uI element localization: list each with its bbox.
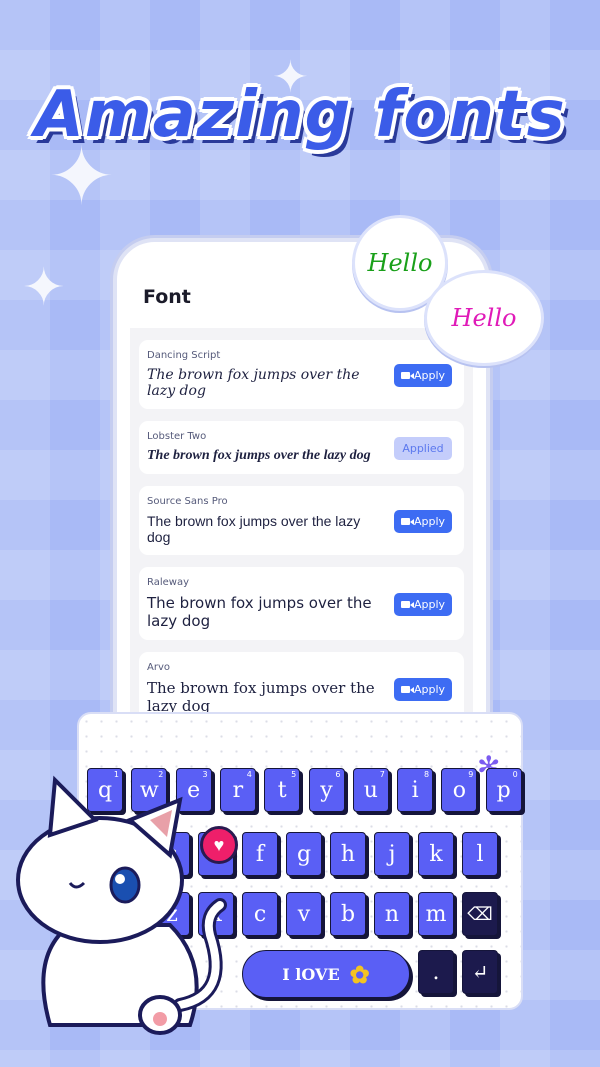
key[interactable]: f: [242, 832, 278, 876]
key[interactable]: v: [286, 892, 322, 936]
button-label: Apply: [413, 514, 446, 528]
key-label: c: [253, 901, 267, 927]
key-label: r: [232, 777, 244, 803]
video-icon: [400, 685, 414, 693]
key[interactable]: l: [462, 832, 498, 876]
key-label: n: [384, 901, 400, 927]
key[interactable]: g: [286, 832, 322, 876]
key-label: u: [363, 777, 378, 803]
key[interactable]: i8: [397, 768, 434, 812]
cat-illustration: [16, 775, 227, 1035]
key-label: i: [411, 777, 419, 803]
button-label: Apply: [413, 682, 446, 696]
backspace-icon: ⌫: [467, 903, 493, 925]
key-label: h: [340, 841, 356, 867]
bubble-text: Hello: [367, 249, 433, 277]
font-list: Dancing Script The brown fox jumps over …: [130, 328, 473, 754]
font-card: Source Sans Pro The brown fox jumps over…: [139, 486, 464, 555]
font-sample: The brown fox jumps over the lazy dog: [147, 679, 375, 715]
key[interactable]: j: [374, 832, 410, 876]
space-label: I lOVE: [282, 964, 340, 984]
font-card: Raleway The brown fox jumps over the laz…: [139, 567, 464, 640]
space-key[interactable]: I lOVE ✿: [242, 950, 410, 998]
key-hint: 4: [246, 770, 252, 779]
key-label: t: [277, 777, 287, 803]
key-hint: 5: [291, 770, 297, 779]
key-hint: 6: [335, 770, 341, 779]
sunflower-icon: ✿: [349, 959, 370, 989]
key-label: m: [425, 901, 447, 927]
key[interactable]: h: [330, 832, 366, 876]
key[interactable]: b: [330, 892, 366, 936]
button-label: Apply: [413, 597, 446, 611]
video-icon: [400, 600, 414, 608]
apply-button[interactable]: Apply: [394, 509, 452, 533]
apply-button[interactable]: Apply: [394, 363, 452, 387]
key-hint: 7: [379, 770, 385, 779]
font-sample: The brown fox jumps over the lazy dog: [147, 448, 371, 463]
key-hint: 8: [424, 770, 430, 779]
font-name: Arvo: [147, 662, 170, 673]
font-name: Dancing Script: [147, 350, 221, 361]
font-sample: The brown fox jumps over the lazy dog: [147, 513, 361, 545]
key-hint: 0: [512, 770, 518, 779]
key[interactable]: u7: [352, 768, 389, 812]
key-label: v: [297, 901, 311, 927]
key-label: o: [452, 777, 467, 803]
key[interactable]: p0: [485, 768, 522, 812]
font-sample: The brown fox jumps over the lazy dog: [147, 594, 372, 630]
font-name: Source Sans Pro: [147, 496, 228, 507]
key-label: g: [296, 841, 312, 867]
key[interactable]: m: [418, 892, 454, 936]
page-title: Font: [143, 286, 191, 308]
enter-icon: ↵: [471, 960, 489, 984]
key-label: k: [429, 841, 443, 867]
button-label: Apply: [413, 368, 446, 382]
video-icon: [400, 371, 414, 379]
period-key[interactable]: .: [418, 950, 454, 994]
key[interactable]: n: [374, 892, 410, 936]
sparkle-icon: ✦: [22, 259, 66, 317]
applied-button[interactable]: Applied: [394, 436, 452, 460]
enter-key[interactable]: ↵: [462, 950, 498, 994]
video-icon: [400, 517, 414, 525]
key[interactable]: o9: [441, 768, 478, 812]
font-name: Raleway: [147, 577, 190, 588]
font-card: Lobster Two The brown fox jumps over the…: [139, 421, 464, 474]
key-label: y: [320, 777, 333, 803]
button-label: Applied: [402, 441, 444, 455]
hello-bubble: Hello: [424, 270, 544, 366]
key-label: l: [476, 841, 484, 867]
headline: Amazing fonts: [34, 78, 566, 152]
key[interactable]: c: [242, 892, 278, 936]
apply-button[interactable]: Apply: [394, 592, 452, 616]
key-label: b: [340, 901, 356, 927]
apply-button[interactable]: Apply: [394, 677, 452, 701]
bubble-text: Hello: [451, 304, 517, 332]
key[interactable]: k: [418, 832, 454, 876]
key[interactable]: t5: [264, 768, 301, 812]
key-hint: 9: [468, 770, 474, 779]
key-label: p: [496, 777, 511, 803]
key[interactable]: y6: [308, 768, 345, 812]
key-label: f: [255, 841, 265, 867]
font-sample: The brown fox jumps over the lazy dog: [147, 367, 360, 399]
font-card: Dancing Script The brown fox jumps over …: [139, 340, 464, 409]
key-label: j: [388, 841, 396, 867]
backspace-key[interactable]: ⌫: [462, 892, 498, 936]
